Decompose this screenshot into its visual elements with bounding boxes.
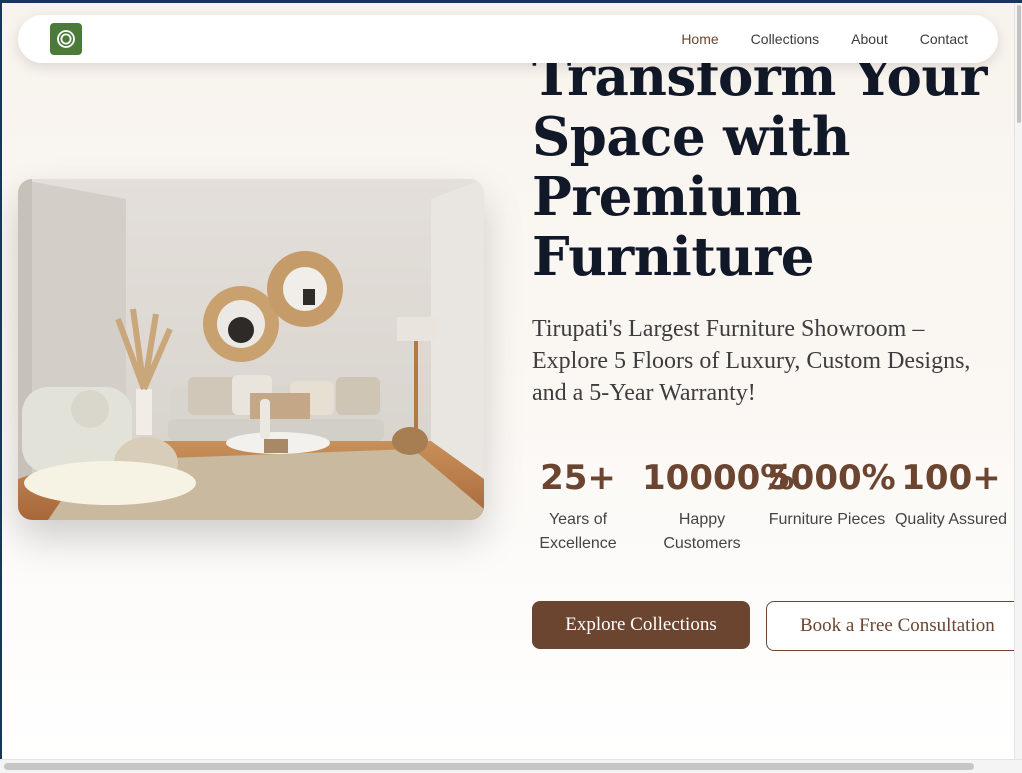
stat-number: 5000% [767,458,896,498]
stat-years: 25+ Years of Excellence [518,454,638,556]
vertical-scrollbar[interactable] [1014,3,1022,759]
stat-label: Furniture Pieces [768,511,886,528]
nav-link-collections[interactable]: Collections [751,31,819,47]
circle-target-icon [57,30,75,48]
stats-row: 25+ Years of Excellence 10000% Happy Cus… [532,454,1012,564]
horizontal-scrollbar[interactable] [0,759,1022,773]
stat-quality: 100+ Quality Assured [891,454,1011,532]
navbar: Home Collections About Contact [18,15,998,63]
explore-collections-button[interactable]: Explore Collections [532,601,750,649]
stat-number: 100+ [901,458,1001,498]
nav-link-about[interactable]: About [851,31,888,47]
stat-label: Quality Assured [894,511,1008,528]
stat-number: 10000% [642,458,795,498]
stat-label: Happy Customers [663,511,741,552]
stat-label: Years of Excellence [539,511,617,552]
hero-headline: Transform Your Space with Premium Furnit… [532,46,987,288]
horizontal-scrollbar-thumb[interactable] [4,763,974,770]
hero-subtitle: Tirupati's Largest Furniture Showroom – … [532,316,971,406]
page-viewport: Home Collections About Contact Transform… [2,3,1014,759]
stat-number: 25+ [540,458,616,498]
nav-link-home[interactable]: Home [681,31,718,47]
living-room-photo [18,179,484,520]
nav-links: Home Collections About Contact [681,15,968,63]
book-consultation-button[interactable]: Book a Free Consultation [766,601,1014,651]
logo[interactable] [50,23,82,55]
stat-customers: 10000% Happy Customers [642,454,795,556]
stat-pieces: 5000% Furniture Pieces [767,454,896,532]
vertical-scrollbar-thumb[interactable] [1017,5,1021,123]
nav-link-contact[interactable]: Contact [920,31,968,47]
